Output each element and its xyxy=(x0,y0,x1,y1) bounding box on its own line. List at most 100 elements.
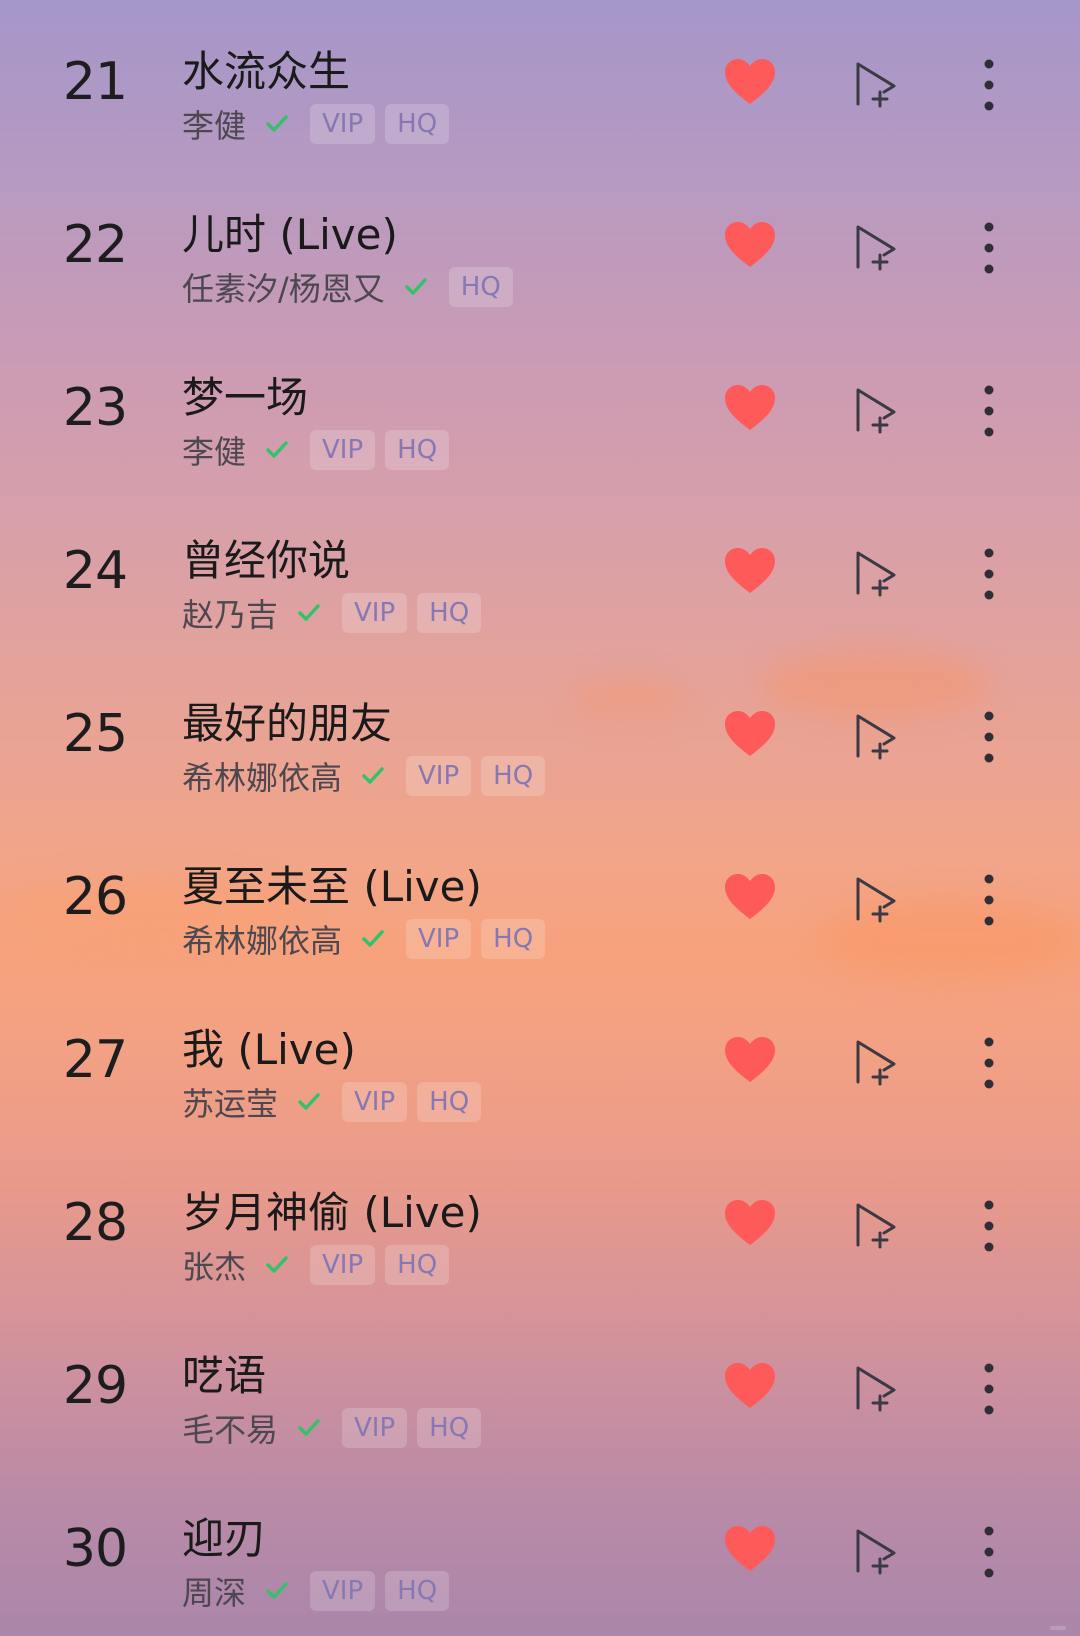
song-meta: 周深 VIP HQ xyxy=(182,1568,450,1614)
check-icon xyxy=(294,598,324,628)
song-title[interactable]: 我 (Live) xyxy=(182,1016,356,1077)
heart-icon[interactable] xyxy=(724,58,776,106)
song-artist[interactable]: 毛不易 xyxy=(182,1405,278,1451)
quality-badge: VIP xyxy=(310,430,376,470)
heart-icon[interactable] xyxy=(724,1525,776,1573)
add-to-playlist-icon[interactable] xyxy=(850,1036,900,1086)
song-rank: 24 xyxy=(62,541,128,601)
quality-badge: HQ xyxy=(385,1571,450,1611)
song-artist[interactable]: 苏运莹 xyxy=(182,1079,278,1125)
song-artist[interactable]: 周深 xyxy=(182,1568,246,1614)
add-to-playlist-icon[interactable] xyxy=(850,1362,900,1412)
heart-icon[interactable] xyxy=(724,1199,776,1247)
heart-icon[interactable] xyxy=(724,547,776,595)
quality-badge: VIP xyxy=(310,104,376,144)
add-to-playlist-icon[interactable] xyxy=(850,1199,900,1249)
song-meta: 希林娜依高 VIP HQ xyxy=(182,753,546,799)
song-title[interactable]: 儿时 (Live) xyxy=(182,201,398,262)
song-meta: 张杰 VIP HQ xyxy=(182,1242,450,1288)
song-rank: 30 xyxy=(62,1519,128,1579)
quality-badge: HQ xyxy=(385,1245,450,1285)
heart-icon[interactable] xyxy=(724,710,776,758)
add-to-playlist-icon[interactable] xyxy=(850,710,900,760)
quality-badge: HQ xyxy=(385,430,450,470)
song-meta: 希林娜依高 VIP HQ xyxy=(182,916,546,962)
more-vertical-icon[interactable] xyxy=(974,1036,1004,1090)
song-artist[interactable]: 张杰 xyxy=(182,1242,246,1288)
more-vertical-icon[interactable] xyxy=(974,58,1004,112)
add-to-playlist-icon[interactable] xyxy=(850,873,900,923)
song-artist[interactable]: 希林娜依高 xyxy=(182,916,342,962)
check-icon xyxy=(294,1413,324,1443)
song-rank: 23 xyxy=(62,378,128,438)
quality-badge: HQ xyxy=(385,104,450,144)
more-vertical-icon[interactable] xyxy=(974,221,1004,275)
more-vertical-icon[interactable] xyxy=(974,1362,1004,1416)
song-artist[interactable]: 李健 xyxy=(182,101,246,147)
heart-icon[interactable] xyxy=(724,384,776,432)
song-rank: 21 xyxy=(62,52,128,112)
song-row[interactable]: 28 岁月神偷 (Live) 张杰 VIP HQ xyxy=(0,1141,1080,1304)
quality-badge: HQ xyxy=(481,919,546,959)
song-meta: 李健 VIP HQ xyxy=(182,427,450,473)
more-vertical-icon[interactable] xyxy=(974,384,1004,438)
song-title[interactable]: 水流众生 xyxy=(182,38,350,99)
song-artist[interactable]: 希林娜依高 xyxy=(182,753,342,799)
add-to-playlist-icon[interactable] xyxy=(850,1525,900,1575)
song-list: 21 水流众生 李健 VIP HQ 22 儿时 (Live) 任素汐/杨恩又 HQ… xyxy=(0,0,1080,1630)
song-row[interactable]: 30 迎刃 周深 VIP HQ xyxy=(0,1467,1080,1630)
check-icon xyxy=(262,1250,292,1280)
song-rank: 27 xyxy=(62,1030,128,1090)
check-icon xyxy=(262,1576,292,1606)
more-vertical-icon[interactable] xyxy=(974,710,1004,764)
song-row[interactable]: 21 水流众生 李健 VIP HQ xyxy=(0,0,1080,163)
check-icon xyxy=(401,272,431,302)
quality-badge: HQ xyxy=(417,1082,482,1122)
song-row[interactable]: 26 夏至未至 (Live) 希林娜依高 VIP HQ xyxy=(0,815,1080,978)
song-row[interactable]: 23 梦一场 李健 VIP HQ xyxy=(0,326,1080,489)
more-vertical-icon[interactable] xyxy=(974,1525,1004,1579)
song-row[interactable]: 27 我 (Live) 苏运莹 VIP HQ xyxy=(0,978,1080,1141)
song-title[interactable]: 夏至未至 (Live) xyxy=(182,853,482,914)
check-icon xyxy=(358,924,388,954)
add-to-playlist-icon[interactable] xyxy=(850,547,900,597)
heart-icon[interactable] xyxy=(724,1362,776,1410)
quality-badge: HQ xyxy=(417,1408,482,1448)
heart-icon[interactable] xyxy=(724,221,776,269)
add-to-playlist-icon[interactable] xyxy=(850,384,900,434)
song-title[interactable]: 曾经你说 xyxy=(182,527,350,588)
song-title[interactable]: 岁月神偷 (Live) xyxy=(182,1179,482,1240)
song-meta: 毛不易 VIP HQ xyxy=(182,1405,482,1451)
add-to-playlist-icon[interactable] xyxy=(850,58,900,108)
song-rank: 26 xyxy=(62,867,128,927)
song-row[interactable]: 25 最好的朋友 希林娜依高 VIP HQ xyxy=(0,652,1080,815)
song-rank: 29 xyxy=(62,1356,128,1416)
song-rank: 25 xyxy=(62,704,128,764)
song-meta: 李健 VIP HQ xyxy=(182,101,450,147)
check-icon xyxy=(358,761,388,791)
quality-badge: HQ xyxy=(448,267,513,307)
watermark xyxy=(1050,1626,1066,1630)
song-artist[interactable]: 任素汐/杨恩又 xyxy=(182,264,385,310)
quality-badge: VIP xyxy=(406,756,472,796)
check-icon xyxy=(262,109,292,139)
heart-icon[interactable] xyxy=(724,1036,776,1084)
more-vertical-icon[interactable] xyxy=(974,547,1004,601)
song-title[interactable]: 梦一场 xyxy=(182,364,308,425)
song-artist[interactable]: 赵乃吉 xyxy=(182,590,278,636)
song-meta: 赵乃吉 VIP HQ xyxy=(182,590,482,636)
song-title[interactable]: 呓语 xyxy=(182,1342,266,1403)
song-title[interactable]: 最好的朋友 xyxy=(182,690,392,751)
quality-badge: HQ xyxy=(417,593,482,633)
song-row[interactable]: 29 呓语 毛不易 VIP HQ xyxy=(0,1304,1080,1467)
song-artist[interactable]: 李健 xyxy=(182,427,246,473)
song-title[interactable]: 迎刃 xyxy=(182,1505,266,1566)
heart-icon[interactable] xyxy=(724,873,776,921)
more-vertical-icon[interactable] xyxy=(974,873,1004,927)
song-row[interactable]: 22 儿时 (Live) 任素汐/杨恩又 HQ xyxy=(0,163,1080,326)
song-meta: 苏运莹 VIP HQ xyxy=(182,1079,482,1125)
quality-badge: HQ xyxy=(481,756,546,796)
more-vertical-icon[interactable] xyxy=(974,1199,1004,1253)
add-to-playlist-icon[interactable] xyxy=(850,221,900,271)
song-row[interactable]: 24 曾经你说 赵乃吉 VIP HQ xyxy=(0,489,1080,652)
